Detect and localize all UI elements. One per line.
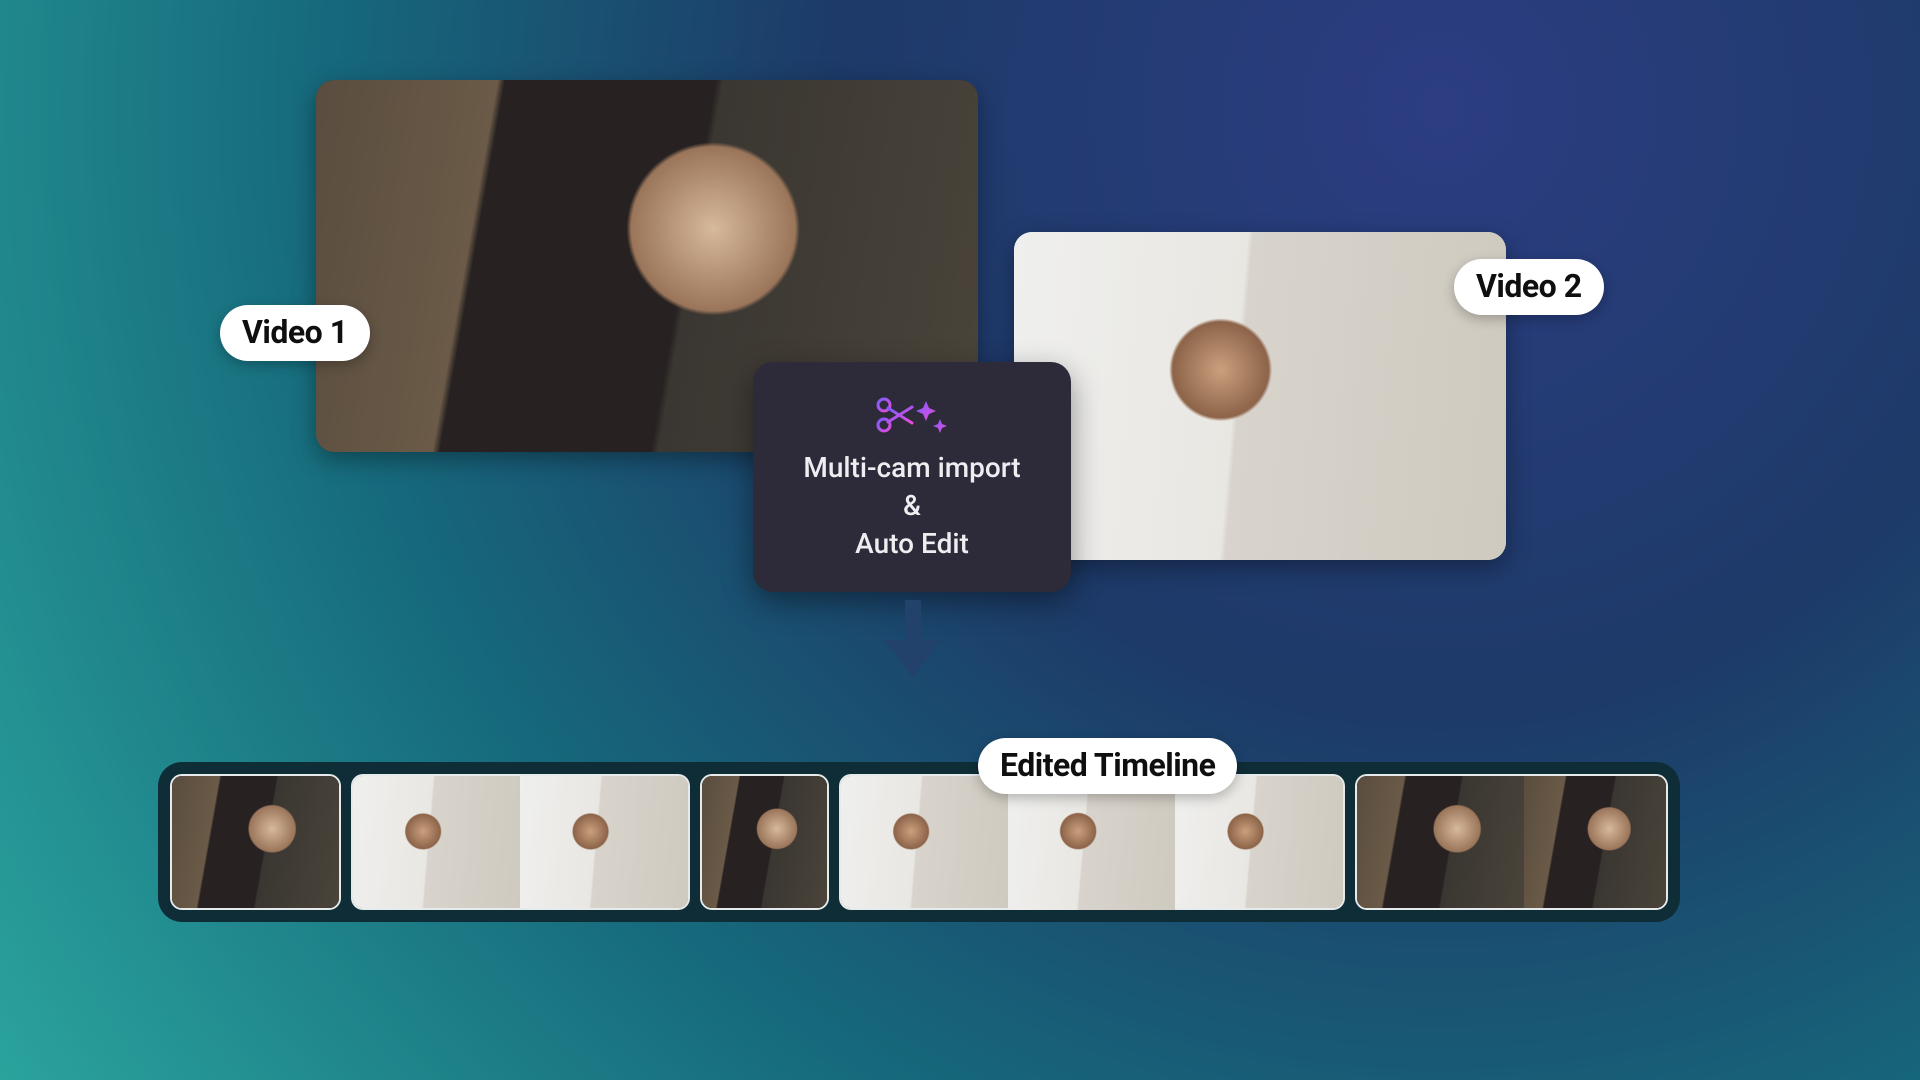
arrow-down-icon (885, 600, 941, 682)
timeline-clip-7 (1175, 774, 1344, 910)
timeline-clip-2 (351, 774, 520, 910)
edited-timeline (158, 762, 1680, 922)
timeline-clip-6 (1008, 774, 1175, 910)
video-2-tile (1014, 232, 1506, 560)
feature-line-2: & (803, 487, 1020, 525)
timeline-clip-5 (839, 774, 1008, 910)
scissors-sparkle-icon (874, 391, 950, 439)
feature-line-1: Multi-cam import (803, 449, 1020, 487)
edited-timeline-label: Edited Timeline (978, 738, 1237, 794)
video-2-thumbnail (1014, 232, 1506, 560)
timeline-clip-1 (170, 774, 341, 910)
timeline-clip-4 (700, 774, 829, 910)
video-2-label: Video 2 (1454, 259, 1604, 315)
feature-box: Multi-cam import & Auto Edit (753, 362, 1071, 592)
timeline-clip-9 (1524, 774, 1668, 910)
timeline-clip-8 (1355, 774, 1524, 910)
video-1-label: Video 1 (220, 305, 370, 361)
feature-line-3: Auto Edit (803, 525, 1020, 563)
diagram-stage: Video 1 Video 2 (0, 0, 1920, 1080)
timeline-clip-3 (520, 774, 689, 910)
feature-text: Multi-cam import & Auto Edit (803, 449, 1020, 562)
